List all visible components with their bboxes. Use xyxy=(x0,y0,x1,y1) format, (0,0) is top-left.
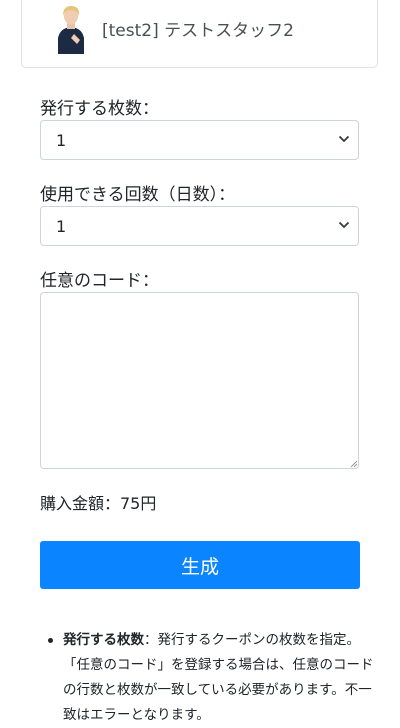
custom-code-textarea[interactable] xyxy=(40,292,359,469)
staff-name: [test2] テストスタッフ2 xyxy=(102,21,294,41)
notes-list: 発行する枚数：発行するクーポンの枚数を指定。「任意のコード」を登録する場合は、任… xyxy=(48,628,380,728)
list-item: 発行する枚数：発行するクーポンの枚数を指定。「任意のコード」を登録する場合は、任… xyxy=(48,628,380,728)
usage-count-select[interactable]: 1 xyxy=(40,206,359,246)
usage-count-label: 使用できる回数（日数）： xyxy=(40,185,236,205)
usage-count-value: 1 xyxy=(56,217,67,236)
resize-handle-icon[interactable] xyxy=(350,460,358,468)
staff-card: [test2] テストスタッフ2 xyxy=(21,0,378,68)
chevron-down-icon xyxy=(338,135,350,143)
bullet-icon xyxy=(48,638,53,643)
custom-code-label: 任意のコード： xyxy=(40,271,159,291)
issue-count-value: 1 xyxy=(56,131,67,150)
generate-button[interactable]: 生成 xyxy=(40,541,360,589)
note-item-title: 発行する枚数 xyxy=(63,632,144,648)
staff-avatar xyxy=(58,6,84,54)
purchase-price: 購入金額：75円 xyxy=(40,494,157,513)
issue-count-label: 発行する枚数： xyxy=(40,99,159,119)
chevron-down-icon xyxy=(338,221,350,229)
issue-count-select[interactable]: 1 xyxy=(40,120,359,160)
